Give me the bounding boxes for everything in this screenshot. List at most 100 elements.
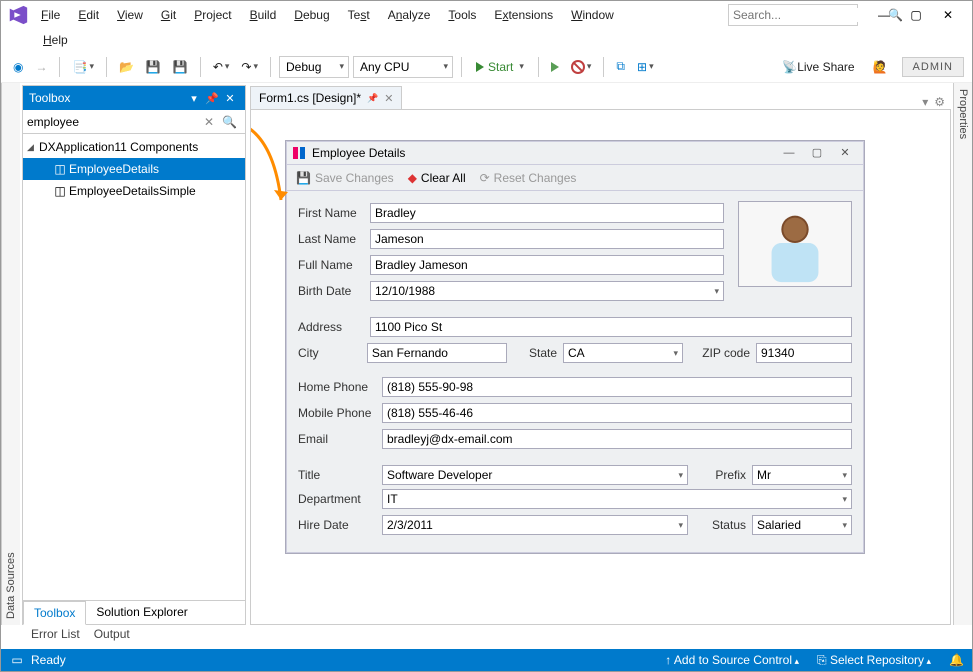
first-name-label: First Name — [298, 206, 370, 220]
properties-tab[interactable]: Properties — [953, 83, 972, 625]
new-project-button[interactable]: 📑▾ — [68, 55, 97, 79]
undo-button[interactable]: ↶▾ — [209, 55, 234, 79]
output-tab[interactable]: Output — [94, 627, 130, 647]
menu-debug[interactable]: Debug — [288, 5, 335, 25]
toolbox-tab[interactable]: Toolbox — [23, 601, 86, 625]
state-field[interactable]: CA — [563, 343, 683, 363]
document-tab-label: Form1.cs [Design]* — [259, 91, 361, 105]
restore-button[interactable]: ▢ — [902, 4, 930, 26]
hire-date-field[interactable]: 2/3/2011 — [382, 515, 688, 535]
nav-back-button[interactable]: ◉ — [9, 55, 27, 79]
last-name-field[interactable]: Jameson — [370, 229, 724, 249]
separator — [200, 57, 201, 77]
menu-project[interactable]: Project — [188, 5, 237, 25]
layout-button[interactable]: ⊞▾ — [633, 55, 658, 79]
nav-fwd-button[interactable]: → — [31, 55, 51, 79]
city-label: City — [298, 346, 367, 360]
title-field[interactable]: Software Developer — [382, 465, 688, 485]
source-control-button[interactable]: ↑ Add to Source Control — [665, 653, 799, 667]
menu-view[interactable]: View — [111, 5, 149, 25]
mobile-phone-field[interactable]: (818) 555-46-46 — [382, 403, 852, 423]
reset-changes-button[interactable]: ⟳Reset Changes — [480, 171, 577, 185]
status-field[interactable]: Salaried — [752, 515, 852, 535]
toolbox-close-icon[interactable]: ✕ — [221, 92, 239, 105]
zip-label: ZIP code — [683, 346, 756, 360]
department-field[interactable]: IT — [382, 489, 852, 509]
menu-edit[interactable]: Edit — [72, 5, 105, 25]
menu-extensions[interactable]: Extensions — [488, 5, 559, 25]
close-tab-icon[interactable]: ✕ — [384, 92, 393, 105]
redo-button[interactable]: ↷▾ — [237, 55, 262, 79]
minimize-button[interactable]: — — [870, 4, 898, 26]
prefix-field[interactable]: Mr — [752, 465, 852, 485]
city-field[interactable]: San Fernando — [367, 343, 507, 363]
separator — [538, 57, 539, 77]
error-list-tab[interactable]: Error List — [31, 627, 80, 647]
start-no-debug-button[interactable] — [547, 55, 563, 79]
save-button[interactable]: 💾 — [142, 55, 165, 79]
select-repo-button[interactable]: ⎘ Select Repository — [817, 653, 931, 668]
form-title-text: Employee Details — [312, 146, 405, 160]
form-minimize-button[interactable]: — — [776, 144, 802, 162]
data-sources-tab[interactable]: Data Sources — [1, 83, 20, 625]
home-phone-field[interactable]: (818) 555-90-98 — [382, 377, 852, 397]
no-entry-icon — [571, 60, 585, 74]
vs-logo[interactable] — [7, 4, 29, 26]
menu-test[interactable]: Test — [342, 5, 376, 25]
full-name-field[interactable]: Bradley Jameson — [370, 255, 724, 275]
search-input[interactable] — [733, 8, 888, 22]
save-icon: 💾 — [296, 171, 311, 185]
toolbox-pin-icon[interactable]: 📌 — [203, 92, 221, 105]
toolbox-group[interactable]: ◢ DXApplication11 Components — [23, 136, 245, 158]
menu-build[interactable]: Build — [244, 5, 283, 25]
address-field[interactable]: 1100 Pico St — [370, 317, 852, 337]
menu-file[interactable]: File — [35, 5, 66, 25]
search-icon[interactable]: 🔍 — [218, 115, 241, 129]
state-label: State — [507, 346, 563, 360]
toolbox-item-employee-details-simple[interactable]: ◫ EmployeeDetailsSimple — [23, 180, 245, 202]
email-field[interactable]: bradleyj@dx-email.com — [382, 429, 852, 449]
admin-badge[interactable]: ADMIN — [902, 57, 964, 77]
browse-button[interactable]: ⧉ — [612, 55, 629, 79]
birth-date-label: Birth Date — [298, 284, 370, 298]
menu-analyze[interactable]: Analyze — [382, 5, 437, 25]
search-box[interactable]: 🔍 — [728, 4, 858, 26]
feedback-icon[interactable]: 🙋 — [869, 55, 892, 79]
live-share-button[interactable]: 📡 Live Share — [778, 55, 858, 79]
zip-field[interactable]: 91340 — [756, 343, 852, 363]
save-all-button[interactable]: 💾 — [169, 55, 192, 79]
doc-dropdown-icon[interactable]: ▾ — [922, 95, 928, 109]
employee-photo[interactable] — [738, 201, 852, 287]
prefix-label: Prefix — [688, 468, 752, 482]
pin-icon[interactable]: 📌 — [367, 93, 378, 104]
toolbox-search-input[interactable] — [27, 115, 200, 129]
solution-explorer-tab[interactable]: Solution Explorer — [86, 601, 197, 624]
platform-dropdown[interactable]: Any CPU — [353, 56, 453, 78]
save-changes-button[interactable]: 💾Save Changes — [296, 171, 394, 185]
toolbox-options-icon[interactable]: ▾ — [185, 92, 203, 105]
start-debug-button[interactable]: Start▾ — [470, 55, 530, 79]
address-label: Address — [298, 320, 370, 334]
doc-settings-icon[interactable]: ⚙ — [934, 95, 945, 109]
close-button[interactable]: ✕ — [934, 4, 962, 26]
collapse-icon[interactable]: ◢ — [27, 142, 39, 153]
menu-window[interactable]: Window — [565, 5, 620, 25]
config-dropdown[interactable]: Debug — [279, 56, 349, 78]
menu-tools[interactable]: Tools — [442, 5, 482, 25]
hot-reload-button[interactable]: ▾ — [567, 55, 596, 79]
document-tab[interactable]: Form1.cs [Design]* 📌 ✕ — [250, 86, 402, 109]
status-label: Status — [688, 518, 752, 532]
birth-date-field[interactable]: 12/10/1988 — [370, 281, 724, 301]
menu-help[interactable]: Help — [37, 30, 74, 50]
open-file-button[interactable]: 📂 — [115, 55, 138, 79]
form-close-button[interactable]: ✕ — [832, 144, 858, 162]
component-icon: ◫ — [51, 162, 69, 176]
notifications-icon[interactable]: 🔔 — [949, 653, 964, 667]
mobile-phone-label: Mobile Phone — [298, 406, 382, 420]
clear-all-button[interactable]: ◆Clear All — [408, 171, 466, 185]
menu-git[interactable]: Git — [155, 5, 182, 25]
form-maximize-button[interactable]: ▢ — [804, 144, 830, 162]
toolbox-item-employee-details[interactable]: ◫ EmployeeDetails — [23, 158, 245, 180]
clear-search-icon[interactable]: ✕ — [200, 115, 218, 129]
first-name-field[interactable]: Bradley — [370, 203, 724, 223]
